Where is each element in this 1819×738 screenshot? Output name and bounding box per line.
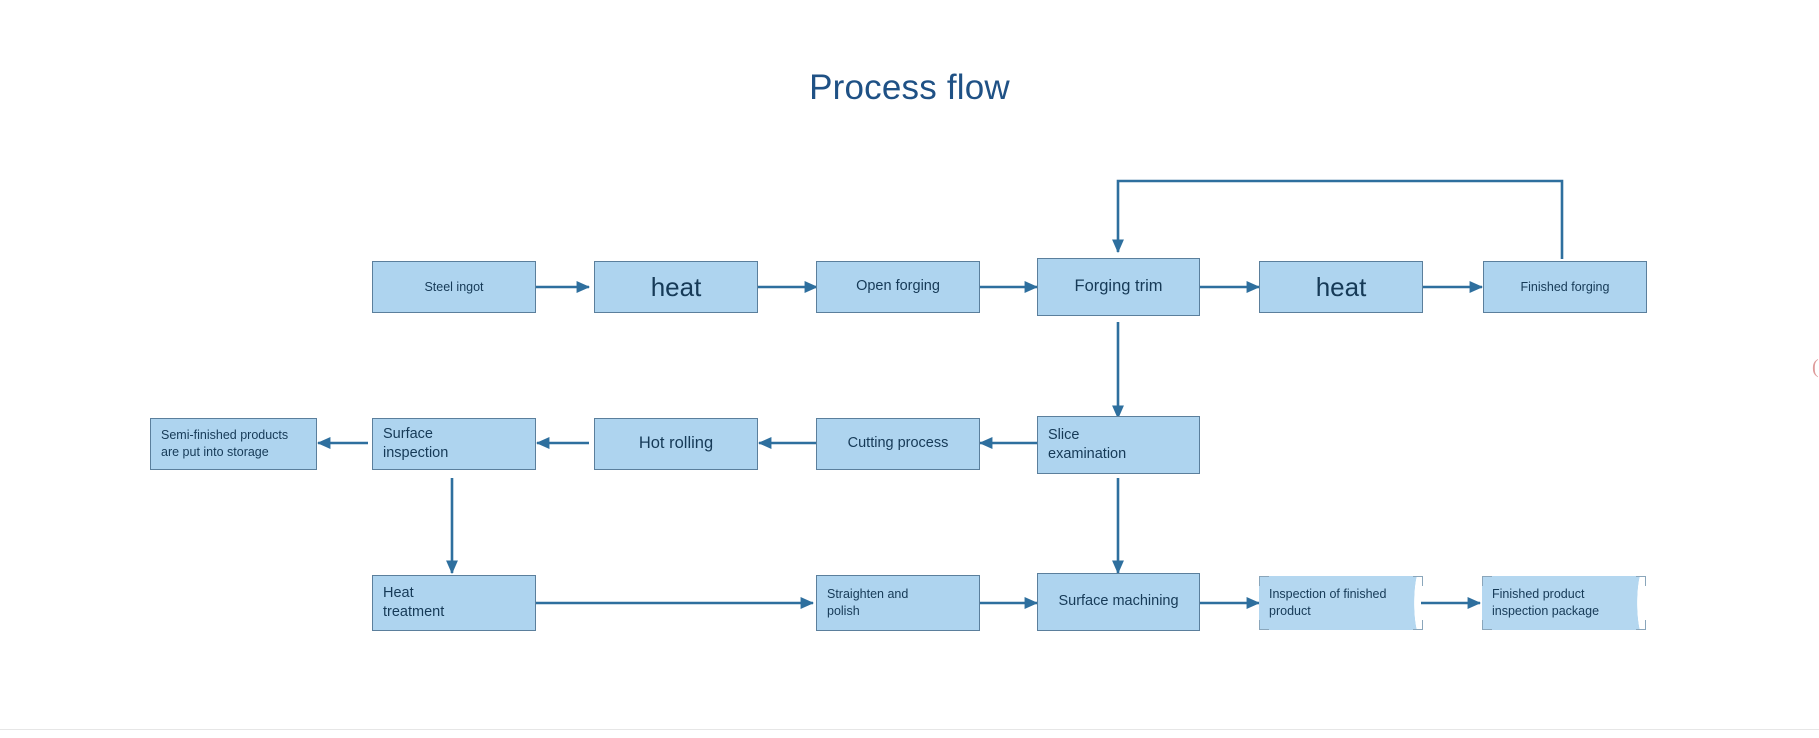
edge-finished-forging-feedback-to-forging-trim xyxy=(1112,179,1564,259)
selection-handle-bottom-right xyxy=(1636,620,1646,630)
node-finished-product-package[interactable]: Finished product inspection package xyxy=(1482,576,1646,630)
selection-handle-top-right xyxy=(1636,576,1646,586)
node-heat-treatment-label: Heat treatment xyxy=(383,584,445,620)
node-finished-forging[interactable]: Finished forging xyxy=(1483,261,1647,313)
node-surface-machining[interactable]: Surface machining xyxy=(1037,573,1200,631)
node-slice-examination-label: Slice examination xyxy=(1048,426,1127,462)
node-heat-treatment[interactable]: Heat treatment xyxy=(372,575,536,631)
selection-handle-top-right xyxy=(1413,576,1423,586)
node-forging-trim-label: Forging trim xyxy=(1074,277,1163,296)
node-steel-ingot[interactable]: Steel ingot xyxy=(372,261,536,313)
node-open-forging[interactable]: Open forging xyxy=(816,261,980,313)
node-surface-machining-label: Surface machining xyxy=(1058,593,1179,610)
node-heat-1[interactable]: heat xyxy=(594,261,758,313)
node-heat-1-label: heat xyxy=(650,271,702,302)
node-cutting-process[interactable]: Cutting process xyxy=(816,418,980,470)
selection-handle-top-left xyxy=(1259,576,1269,586)
node-open-forging-label: Open forging xyxy=(856,278,940,295)
node-straighten-polish[interactable]: Straighten and polish xyxy=(816,575,980,631)
node-straighten-polish-label: Straighten and polish xyxy=(827,587,909,618)
node-inspection-finished-product[interactable]: Inspection of finished product xyxy=(1259,576,1423,630)
node-heat-2-label: heat xyxy=(1315,271,1367,302)
node-cutting-process-label: Cutting process xyxy=(847,435,949,452)
node-hot-rolling-label: Hot rolling xyxy=(638,434,714,453)
bottom-divider xyxy=(0,729,1819,730)
selection-handle-bottom-right xyxy=(1413,620,1423,630)
node-inspection-finished-product-label: Inspection of finished product xyxy=(1269,587,1387,618)
node-finished-forging-label: Finished forging xyxy=(1520,279,1610,294)
process-flow-diagram: Process flow Steel ingot heat Open forgi… xyxy=(0,0,1819,738)
node-finished-product-package-label: Finished product inspection package xyxy=(1492,587,1600,618)
node-slice-examination[interactable]: Slice examination xyxy=(1037,416,1200,474)
node-surface-inspection[interactable]: Surface inspection xyxy=(372,418,536,470)
node-heat-2[interactable]: heat xyxy=(1259,261,1423,313)
node-semi-finished-storage-label: Semi-finished products are put into stor… xyxy=(161,428,289,459)
selection-handle-top-left xyxy=(1482,576,1492,586)
node-steel-ingot-label: Steel ingot xyxy=(424,279,484,294)
page-title: Process flow xyxy=(809,68,1010,107)
node-semi-finished-storage[interactable]: Semi-finished products are put into stor… xyxy=(150,418,317,470)
selection-handle-bottom-left xyxy=(1259,620,1269,630)
node-forging-trim[interactable]: Forging trim xyxy=(1037,258,1200,316)
selection-handle-bottom-left xyxy=(1482,620,1492,630)
node-surface-inspection-label: Surface inspection xyxy=(383,425,449,461)
node-hot-rolling[interactable]: Hot rolling xyxy=(594,418,758,470)
right-edge-glyph: ( xyxy=(1812,356,1819,378)
